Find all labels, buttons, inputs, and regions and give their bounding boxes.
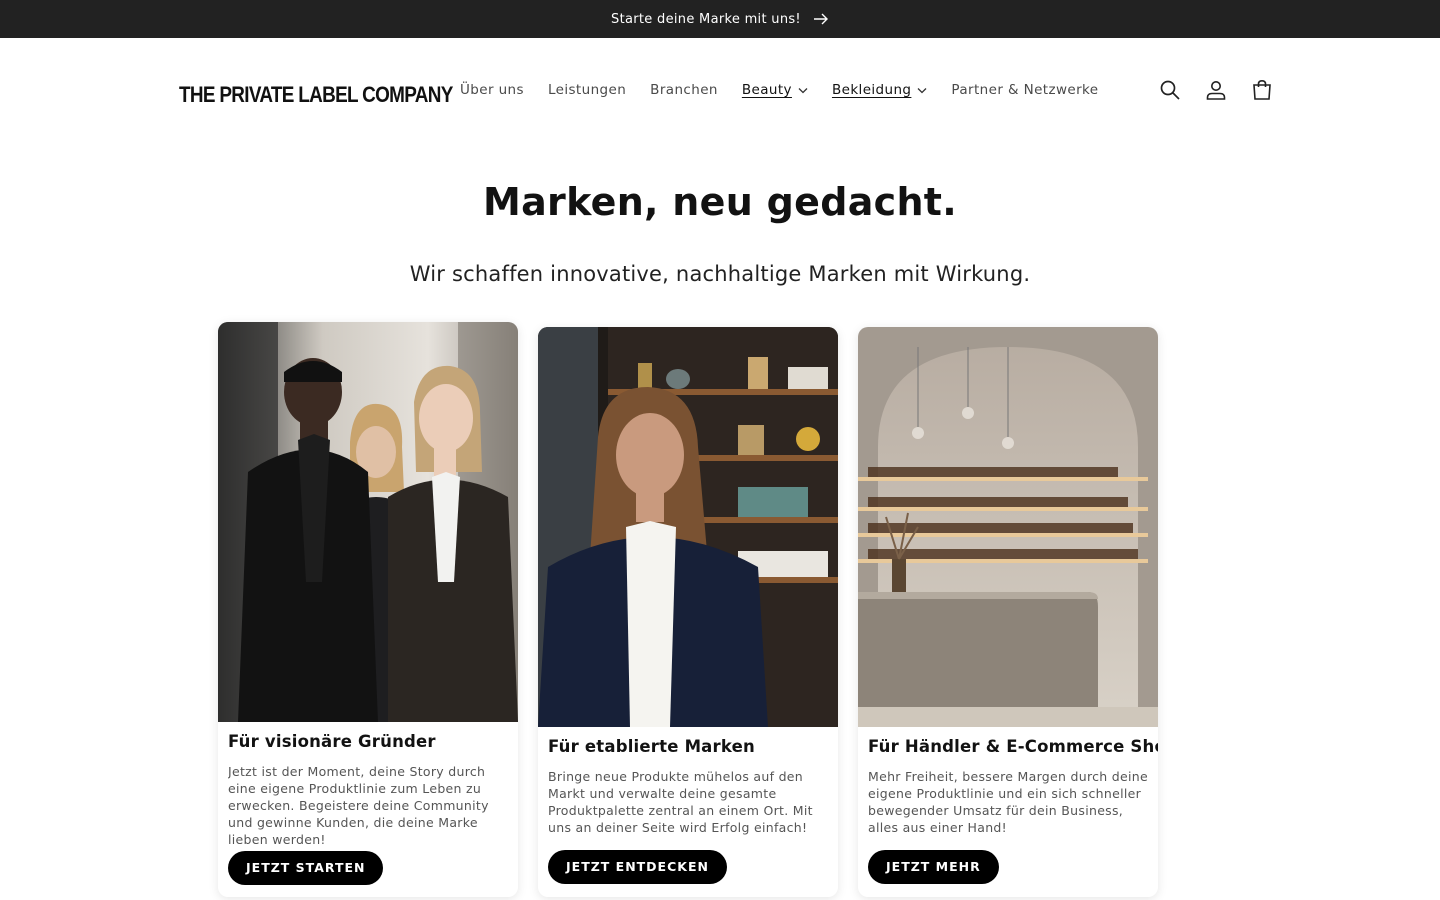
- nav-item-beauty[interactable]: Beauty: [742, 82, 808, 98]
- account-icon[interactable]: [1204, 78, 1228, 102]
- cart-icon[interactable]: [1250, 78, 1274, 102]
- photo-three-young-people-in-suits: [218, 322, 518, 722]
- header-icons: [1158, 78, 1274, 102]
- nav-label: Branchen: [650, 82, 718, 98]
- nav-item-leistungen[interactable]: Leistungen: [548, 82, 626, 98]
- site-logo[interactable]: THE PRIVATE LABEL COMPANY: [179, 82, 453, 108]
- nav-item-partner[interactable]: Partner & Netzwerke: [951, 82, 1098, 98]
- card-retailers: Für Händler & E-Commerce Shops Mehr Frei…: [858, 327, 1158, 897]
- nav-label: Bekleidung: [831, 82, 912, 98]
- card-title: Für visionäre Gründer: [228, 732, 436, 751]
- card-established-brands: Für etablierte Marken Bringe neue Produk…: [538, 327, 838, 897]
- card-text: Mehr Freiheit, bessere Margen durch dein…: [868, 769, 1148, 835]
- site-header: THE PRIVATE LABEL COMPANY Über uns Leist…: [0, 38, 1440, 142]
- main-nav: Über uns Leistungen Branchen Beauty Bekl…: [460, 80, 1123, 100]
- start-button[interactable]: JETZT STARTEN: [228, 851, 384, 885]
- card-title: Für Händler & E-Commerce Shops: [868, 737, 1158, 756]
- hero-subtitle: Wir schaffen innovative, nachhaltige Mar…: [409, 262, 1031, 286]
- announcement-text[interactable]: Starte deine Marke mit uns!: [611, 12, 801, 27]
- card-title: Für etablierte Marken: [548, 737, 755, 756]
- card-founders: Für visionäre Gründer Jetzt ist der Mome…: [218, 322, 518, 897]
- nav-label: Leistungen: [547, 82, 627, 98]
- chevron-down-icon: [917, 87, 927, 93]
- photo-woman-in-boutique: [538, 327, 838, 727]
- hero-title: Marken, neu gedacht.: [482, 180, 958, 224]
- nav-label: Über uns: [460, 82, 524, 98]
- search-icon[interactable]: [1158, 78, 1182, 102]
- nav-item-bekleidung[interactable]: Bekleidung: [832, 82, 927, 98]
- nav-item-ueber-uns[interactable]: Über uns: [460, 82, 524, 98]
- nav-item-branchen[interactable]: Branchen: [650, 82, 718, 98]
- nav-label: Partner & Netzwerke: [951, 82, 1099, 98]
- photo-store-interior-shelves: [858, 327, 1158, 727]
- card-text: Bringe neue Produkte mühelos auf den Mar…: [548, 769, 813, 835]
- announcement-bar[interactable]: Starte deine Marke mit uns!: [0, 0, 1440, 38]
- arrow-right-icon: [813, 13, 828, 25]
- chevron-down-icon: [798, 87, 808, 93]
- card-text: Jetzt ist der Moment, deine Story durch …: [228, 764, 489, 845]
- more-button[interactable]: JETZT MEHR: [868, 850, 999, 884]
- nav-label: Beauty: [741, 82, 792, 98]
- discover-button[interactable]: JETZT ENTDECKEN: [548, 850, 727, 884]
